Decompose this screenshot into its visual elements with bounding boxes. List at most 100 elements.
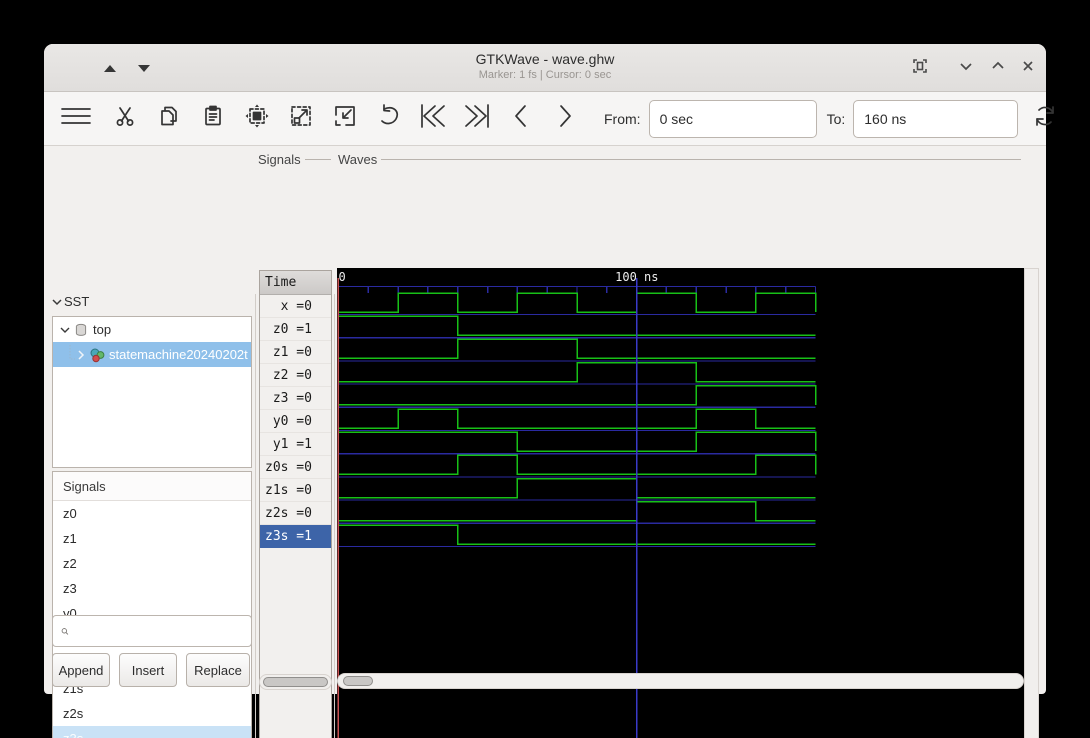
database-icon <box>75 323 87 336</box>
signal-list-item-z2[interactable]: z2 <box>53 551 251 576</box>
wave-canvas[interactable]: 0 100 ns <box>337 268 1024 738</box>
pane-splitter-right[interactable] <box>334 294 335 738</box>
signal-value-row-z3[interactable]: z3 =0 <box>260 387 331 410</box>
skip-to-start-icon <box>419 103 447 134</box>
names-hscrollbar-thumb[interactable] <box>263 677 328 687</box>
reload-button[interactable] <box>1030 104 1060 134</box>
maximize-button[interactable] <box>986 52 1010 84</box>
marker-cursor-status: Marker: 1 fs | Cursor: 0 sec <box>478 69 612 81</box>
wave-trace-z2 <box>338 361 816 383</box>
signal-value-row-x[interactable]: x =0 <box>260 295 331 318</box>
menu-icon <box>60 105 92 132</box>
signal-value-row-y0[interactable]: y0 =0 <box>260 410 331 433</box>
from-input[interactable] <box>648 99 817 138</box>
frame-rule <box>381 159 1022 160</box>
signal-value-row-z2[interactable]: z2 =0 <box>260 364 331 387</box>
chevron-up-icon <box>990 58 1006 79</box>
gtkwave-window: GTKWave - wave.ghw Marker: 1 fs | Cursor… <box>44 44 1055 738</box>
fullscreen-icon <box>911 57 929 80</box>
sst-section-header[interactable]: SST <box>50 294 89 309</box>
collapse-chevron-icon <box>52 298 62 305</box>
signal-value-row-z0[interactable]: z0 =1 <box>260 318 331 341</box>
prev-edge-button[interactable] <box>506 104 536 134</box>
sst-header-label: SST <box>64 294 90 309</box>
zoom-out-icon <box>331 102 359 135</box>
signal-list-item-z2s[interactable]: z2s <box>53 701 251 726</box>
names-frame-label: Signals <box>258 152 331 167</box>
zoom-fit-icon <box>243 102 271 135</box>
title-bar[interactable]: GTKWave - wave.ghw Marker: 1 fs | Cursor… <box>44 44 1046 92</box>
main-toolbar: From: To: <box>44 92 1055 146</box>
waves-frame-label: Waves <box>338 152 1022 167</box>
cut-button[interactable] <box>110 104 140 134</box>
wave-trace-z0 <box>338 315 816 336</box>
replace-button[interactable]: Replace <box>186 653 250 687</box>
search-icon <box>61 627 69 635</box>
ruler-origin-label: 0 <box>339 270 346 284</box>
signal-value-row-z0s[interactable]: z0s =0 <box>260 456 331 479</box>
skip-to-end-button[interactable] <box>462 104 492 134</box>
insert-button[interactable]: Insert <box>119 653 177 687</box>
signal-value-row-z2s[interactable]: z2s =0 <box>260 502 331 525</box>
pane-splitter-left[interactable] <box>255 294 256 738</box>
waveform-svg: 0 100 ns <box>337 270 817 738</box>
to-input[interactable] <box>853 99 1019 138</box>
wave-trace-z0s <box>338 454 817 476</box>
zoom-out-button[interactable] <box>330 104 360 134</box>
paste-icon <box>201 104 225 133</box>
copy-icon <box>157 104 181 133</box>
undo-icon <box>376 103 402 134</box>
signal-value-row-y1[interactable]: y1 =1 <box>260 433 331 456</box>
tree-item-label: statemachine20240202t <box>109 347 248 362</box>
signal-value-rows: x =0 z0 =1 z1 =0 z2 =0 z3 =0 y0 =0 y1 =1… <box>260 295 331 548</box>
signal-browser: Signals z0z1z2z3y0y1z0sz1sz2sz3s <box>52 471 252 738</box>
close-button[interactable] <box>1016 52 1040 84</box>
next-edge-icon <box>553 103 577 134</box>
signal-list-item-z1[interactable]: z1 <box>53 526 251 551</box>
signal-list-header: Signals <box>53 472 251 501</box>
time-header[interactable]: Time <box>260 271 331 295</box>
zoom-in-button[interactable] <box>286 104 316 134</box>
names-frame-label-text: Signals <box>258 152 301 167</box>
tree-item-statemachine[interactable]: statemachine20240202t <box>53 342 251 367</box>
names-hscrollbar[interactable] <box>259 674 332 690</box>
signal-list-item-z3s[interactable]: z3s <box>53 726 251 738</box>
search-input[interactable] <box>75 618 251 644</box>
tree-item-top[interactable]: top <box>53 317 251 342</box>
signal-value-row-z1[interactable]: z1 =0 <box>260 341 331 364</box>
zoom-fit-button[interactable] <box>242 104 272 134</box>
append-button[interactable]: Append <box>52 653 110 687</box>
signal-value-row-z3s[interactable]: z3s =1 <box>260 525 331 548</box>
copy-button[interactable] <box>154 104 184 134</box>
waves-hscrollbar-thumb[interactable] <box>343 676 373 686</box>
signal-list-item-z0[interactable]: z0 <box>53 501 251 526</box>
fullscreen-button[interactable] <box>908 52 932 84</box>
expander-open-icon <box>60 327 70 333</box>
skip-to-start-button[interactable] <box>418 104 448 134</box>
signal-list-item-z3[interactable]: z3 <box>53 576 251 601</box>
menu-button[interactable] <box>56 104 96 134</box>
minimize-button[interactable] <box>954 52 978 84</box>
wave-trace-z3 <box>338 385 817 406</box>
reload-icon <box>1032 103 1058 134</box>
wave-trace-z1 <box>338 338 816 360</box>
waves-hscrollbar[interactable] <box>337 673 1024 689</box>
from-label: From: <box>604 110 641 127</box>
wave-trace-z3s <box>338 524 816 545</box>
next-edge-button[interactable] <box>550 104 580 134</box>
main-content: SST top statemachine20240202t Signals z0… <box>44 146 1046 738</box>
cut-icon <box>113 104 137 133</box>
chevron-down-icon <box>958 58 974 79</box>
paste-button[interactable] <box>198 104 228 134</box>
wave-trace-z1s <box>338 477 816 499</box>
prev-edge-icon <box>509 103 533 134</box>
undo-button[interactable] <box>374 104 404 134</box>
module-icon <box>90 348 105 362</box>
signal-search[interactable] <box>52 615 252 647</box>
waves-frame-label-text: Waves <box>338 152 378 167</box>
tree-item-label: top <box>93 322 112 337</box>
signal-value-row-z1s[interactable]: z1s =0 <box>260 479 331 502</box>
to-label: To: <box>826 110 846 127</box>
waves-vscrollbar[interactable] <box>1024 268 1039 738</box>
desktop-background: GTKWave - wave.ghw Marker: 1 fs | Cursor… <box>0 0 1090 738</box>
